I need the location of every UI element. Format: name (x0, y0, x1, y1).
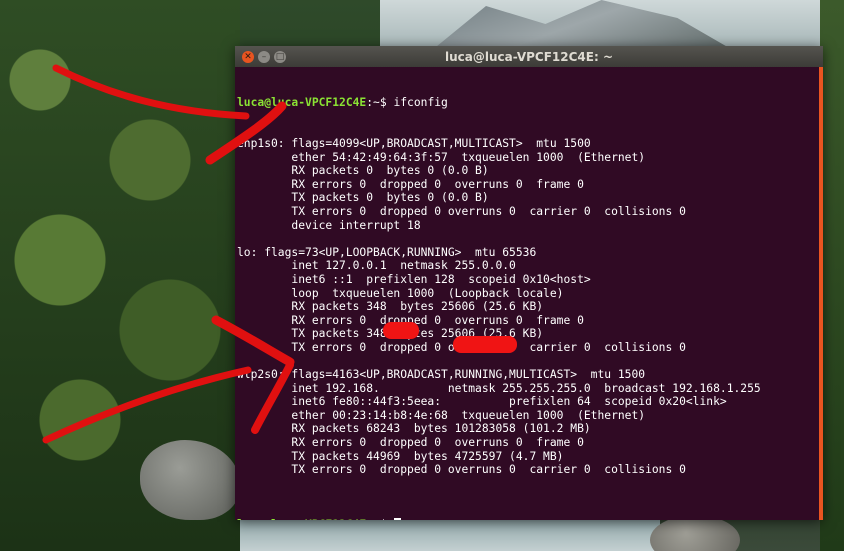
output-line: RX errors 0 dropped 0 overruns 0 frame 0 (237, 313, 584, 327)
output-line: inet6 ::1 prefixlen 128 scopeid 0x10<hos… (237, 272, 591, 286)
redaction-mark (453, 336, 517, 353)
output-line: inet6 fe80::44f3:5eea: prefixlen 64 scop… (237, 395, 727, 409)
output-line: ether 00:23:14:b8:4e:68 txqueuelen 1000 … (237, 408, 646, 422)
text-cursor (394, 517, 402, 520)
output-line: TX errors 0 dropped 0 overruns 0 carrier… (291, 340, 686, 354)
output-line: RX packets 68243 bytes 101283058 (101.2 … (237, 422, 591, 436)
command-text: ifconfig (393, 96, 448, 110)
output-line: RX errors 0 dropped 0 overruns 0 frame 0 (237, 177, 584, 191)
terminal-window[interactable]: ✕ – □ luca@luca-VPCF12C4E: ~ luca@luca-V… (235, 46, 823, 520)
close-button[interactable]: ✕ (242, 50, 254, 63)
window-titlebar[interactable]: ✕ – □ luca@luca-VPCF12C4E: ~ (235, 46, 823, 67)
prompt-suffix: :~$ (366, 96, 394, 110)
output-line: RX packets 348 bytes 25606 (25.6 KB) (237, 300, 544, 314)
wallpaper-water (240, 518, 660, 551)
close-icon: ✕ (244, 51, 252, 62)
output-lines: enp1s0: flags=4099<UP,BROADCAST,MULTICAS… (237, 137, 819, 490)
output-line: TX packets 348 bytes 25606 (25.6 KB) (291, 327, 544, 341)
terminal-output[interactable]: luca@luca-VPCF12C4E:~$ ifconfig enp1s0: … (235, 67, 819, 520)
output-line: enp1s0: flags=4099<UP,BROADCAST,MULTICAS… (237, 136, 591, 150)
prompt-user: luca@luca-VPCF12C4E (237, 96, 367, 110)
output-line: loop txqueuelen 1000 (Loopback locale) (237, 286, 564, 300)
output-line: wlp2s0: flags=4163<UP,BROADCAST,RUNNING,… (237, 368, 646, 382)
output-line: RX packets 0 bytes 0 (0.0 B) (237, 164, 489, 178)
command-line: luca@luca-VPCF12C4E:~$ ifconfig (237, 96, 819, 110)
output-line: inet 192.168. netmask 255.255.255.0 broa… (237, 381, 761, 395)
output-line: TX errors 0 dropped 0 overruns 0 carrier… (237, 204, 686, 218)
output-line: TX packets 44969 bytes 4725597 (4.7 MB) (237, 449, 564, 463)
window-title: luca@luca-VPCF12C4E: ~ (444, 49, 613, 64)
output-line: TX packets 0 bytes 0 (0.0 B) (237, 191, 489, 205)
maximize-button[interactable]: □ (274, 50, 286, 63)
output-line: TX errors 0 dropped 0 overruns 0 carrier… (237, 463, 686, 477)
minimize-button[interactable]: – (258, 50, 270, 63)
redaction-mark (383, 322, 419, 339)
output-line: ether 54:42:49:64:3f:57 txqueuelen 1000 … (237, 150, 646, 164)
minimize-icon: – (261, 51, 267, 62)
wallpaper-forest-right (820, 0, 844, 551)
output-line: device interrupt 18 (237, 218, 421, 232)
current-prompt-line[interactable]: luca@luca-VPCF12C4E:~$ (237, 517, 819, 520)
output-line: lo: flags=73<UP,LOOPBACK,RUNNING> mtu 65… (237, 245, 537, 259)
wallpaper-rock (650, 515, 740, 551)
maximize-icon: □ (275, 51, 285, 62)
prompt-suffix: :~$ (366, 518, 393, 520)
output-line: RX errors 0 dropped 0 overruns 0 frame 0 (237, 436, 584, 450)
output-line: inet 127.0.0.1 netmask 255.0.0.0 (237, 259, 516, 273)
prompt-user: luca@luca-VPCF12C4E (237, 518, 366, 520)
scrollbar[interactable] (819, 67, 823, 520)
